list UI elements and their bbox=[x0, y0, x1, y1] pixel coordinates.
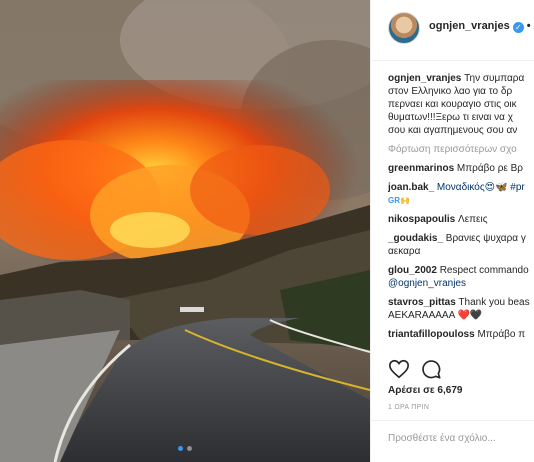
comment-text: Μπράβο ρε Βρ bbox=[454, 163, 523, 174]
heart-icon[interactable] bbox=[388, 358, 410, 380]
post-timestamp[interactable]: 1 ΩΡΑ ΠΡΙΝ bbox=[388, 404, 429, 411]
caption-text-line: περναει και κουραγιο στις οικ bbox=[388, 99, 517, 110]
comment-text: Μοναδικός😍🦋 #pr bbox=[434, 182, 525, 193]
comment-item: triantafillopouloss Μπράβο π bbox=[388, 328, 534, 341]
post-author: ognjen_vranjes✓•A bbox=[429, 20, 534, 33]
comment-username[interactable]: stavros_pittas bbox=[388, 297, 456, 308]
add-comment-input[interactable] bbox=[388, 433, 533, 444]
comment-username[interactable]: glou_2002 bbox=[388, 265, 437, 276]
caption-username[interactable]: ognjen_vranjes bbox=[388, 73, 461, 84]
comment-item: nikospapoulis Λεπεις bbox=[388, 213, 534, 226]
comment-item: _goudakis_ Βρανιες ψυχαρα γ αεκαρα bbox=[388, 232, 534, 258]
comment-text-tail: GR🙌 bbox=[388, 196, 410, 205]
separator-dot: • bbox=[526, 20, 531, 32]
comment-mention-link[interactable]: @ognjen_vranjes bbox=[388, 277, 534, 290]
likes-count[interactable]: Αρέσει σε 6,679 bbox=[388, 385, 462, 396]
caption-text-line: Την συμπαρα bbox=[461, 73, 525, 84]
post-header: ognjen_vranjes✓•A bbox=[371, 0, 534, 61]
caption-text-line: στον Ελληνικο λαο για το δρ bbox=[388, 86, 513, 97]
comment-text: Thank you beas bbox=[455, 297, 530, 308]
comment-text: Βρανιες ψυχαρα γ bbox=[443, 233, 526, 244]
comment-item: stavros_pittas Thank you beas ΑΕΚΑRAAAAA… bbox=[388, 296, 534, 322]
avatar[interactable] bbox=[388, 12, 420, 44]
comment-username[interactable]: greenmarinos bbox=[388, 163, 454, 174]
comment-list: ognjen_vranjes Την συμπαρα στον Ελληνικο… bbox=[388, 72, 534, 347]
comment-text: ΑΕΚΑRAAAAA ❤️🖤 bbox=[388, 310, 483, 321]
comment-text: Respect commando bbox=[436, 265, 529, 276]
caption-text-line: σου και αγαπημενους σου αν bbox=[388, 125, 518, 136]
post-photo[interactable] bbox=[0, 0, 370, 462]
wildfire-photo bbox=[0, 0, 370, 462]
carousel-dot[interactable] bbox=[187, 446, 192, 451]
author-username[interactable]: ognjen_vranjes bbox=[429, 20, 510, 32]
caption-text-line: θυματων!!!Ξερω τι ειναι να χ bbox=[388, 112, 513, 123]
post-side-panel: ognjen_vranjes✓•A ognjen_vranjes Την συμ… bbox=[370, 0, 534, 462]
comment-item: glou_2002 Respect commando @ognjen_vranj… bbox=[388, 264, 534, 290]
comment-text: αεκαρα bbox=[388, 246, 421, 257]
carousel-dot[interactable] bbox=[178, 446, 183, 451]
add-comment-section bbox=[371, 420, 534, 462]
load-more-comments-link[interactable]: Φόρτωση περισσότερων σχο bbox=[388, 143, 534, 156]
post-actions bbox=[388, 358, 528, 382]
comment-username[interactable]: _goudakis_ bbox=[388, 233, 443, 244]
comment-text: Μπράβο π bbox=[474, 329, 526, 340]
comment-bubble-icon[interactable] bbox=[420, 358, 442, 380]
verified-badge-icon: ✓ bbox=[512, 22, 524, 33]
caption: ognjen_vranjes Την συμπαρα στον Ελληνικο… bbox=[388, 72, 534, 137]
comment-username[interactable]: triantafillopouloss bbox=[388, 329, 475, 340]
comment-username[interactable]: joan.bak_ bbox=[388, 182, 434, 193]
comment-text: Λεπεις bbox=[455, 214, 488, 225]
comment-item: joan.bak_ Μοναδικός😍🦋 #pr GR🙌 bbox=[388, 181, 534, 207]
carousel-indicator bbox=[0, 446, 370, 451]
comment-username[interactable]: nikospapoulis bbox=[388, 214, 455, 225]
comment-item: greenmarinos Μπράβο ρε Βρ bbox=[388, 162, 534, 175]
